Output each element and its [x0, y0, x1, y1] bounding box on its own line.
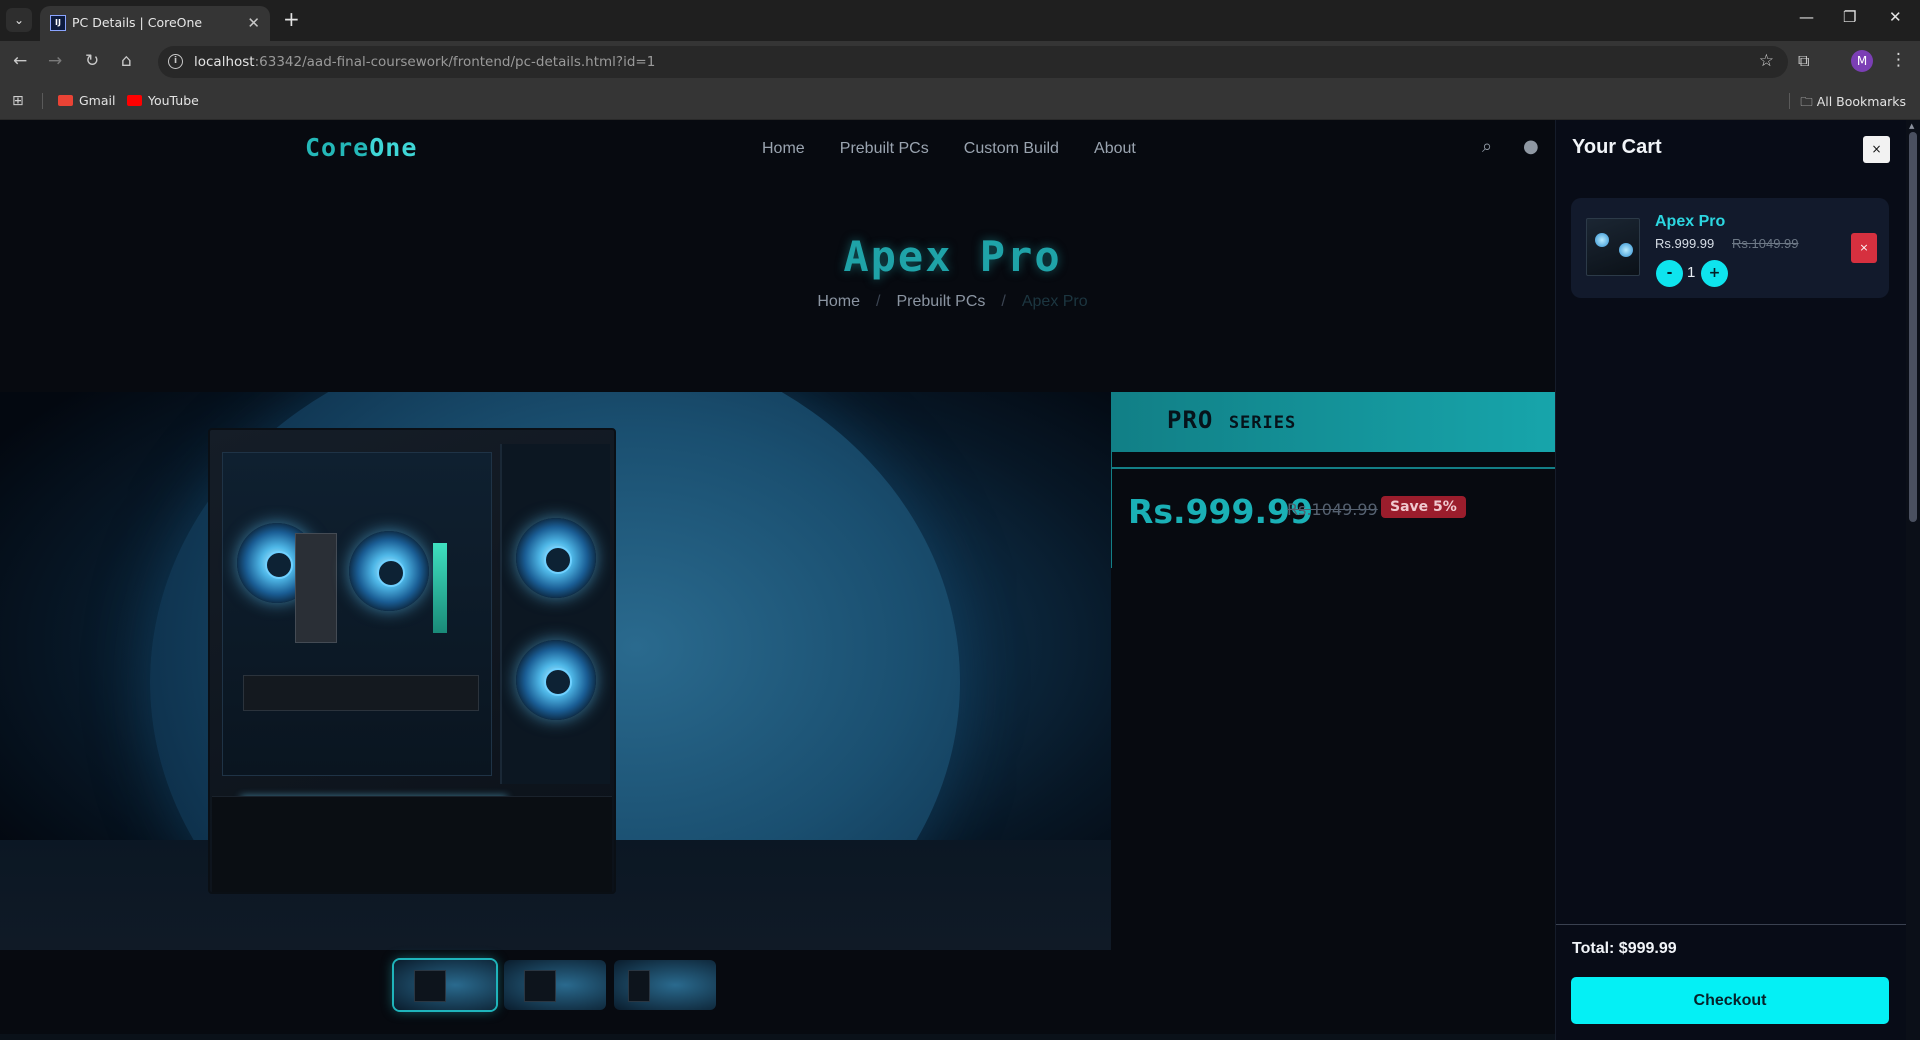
details-divider: [1111, 467, 1555, 469]
browser-toolbar: ← → ↻ ⌂ i localhost:63342/aad-final-cour…: [0, 41, 1920, 83]
site-logo[interactable]: CoreOne: [305, 133, 417, 162]
breadcrumb-current: Apex Pro: [1021, 293, 1088, 310]
pc-glass-panel: [222, 452, 507, 800]
thumbnail-image: [524, 970, 556, 1002]
checkout-button[interactable]: Checkout: [1571, 977, 1889, 1024]
user-icon[interactable]: ●: [1523, 136, 1539, 157]
product-main-image: [0, 392, 1111, 950]
folder-icon: 🗀: [1800, 94, 1817, 109]
all-bookmarks[interactable]: 🗀 All Bookmarks: [1800, 93, 1906, 114]
decrease-quantity-button[interactable]: -: [1656, 260, 1683, 287]
thumbnail-3[interactable]: [614, 960, 716, 1010]
pc-front-panel: [500, 444, 610, 784]
ram-module: [433, 543, 447, 633]
profile-avatar[interactable]: M: [1851, 50, 1873, 72]
site-header: CoreOne Home Prebuilt PCs Custom Build A…: [0, 120, 1555, 180]
bookmark-gmail[interactable]: Gmail: [58, 93, 115, 108]
site-info-icon[interactable]: i: [168, 54, 183, 69]
nav-about[interactable]: About: [1094, 140, 1136, 157]
remove-item-button[interactable]: ×: [1851, 233, 1877, 263]
reload-icon[interactable]: ↻: [85, 51, 99, 71]
main-nav: Home Prebuilt PCs Custom Build About: [762, 138, 1166, 158]
bookmark-youtube[interactable]: YouTube: [127, 93, 199, 108]
breadcrumb-separator: /: [1001, 293, 1006, 310]
page-scrollbar[interactable]: ▲: [1906, 120, 1920, 1040]
breadcrumb-home[interactable]: Home: [817, 293, 860, 310]
bookmarks-divider: [42, 93, 43, 109]
bookmark-star-icon[interactable]: ☆: [1759, 51, 1774, 71]
psu-shroud: [212, 796, 612, 892]
cart-item: Apex Pro Rs.999.99 Rs.1049.99 - 1 + ×: [1571, 198, 1889, 298]
youtube-icon: [127, 95, 142, 106]
fan-icon: [516, 518, 596, 598]
browser-menu-icon[interactable]: ⋮: [1890, 50, 1907, 70]
home-icon[interactable]: ⌂: [121, 51, 132, 71]
scroll-up-icon[interactable]: ▲: [1909, 122, 1914, 130]
thumbnail-2[interactable]: [504, 960, 606, 1010]
address-bar[interactable]: i localhost:63342/aad-final-coursework/f…: [158, 46, 1788, 78]
thumbnail-image: [414, 970, 446, 1002]
tab-search-button[interactable]: ⌄: [6, 8, 32, 32]
tab-close-icon[interactable]: ✕: [247, 14, 260, 32]
scrollbar-thumb[interactable]: [1909, 132, 1917, 522]
forward-icon[interactable]: →: [48, 51, 62, 71]
cart-item-price: Rs.999.99: [1655, 236, 1715, 251]
new-tab-icon[interactable]: +: [283, 8, 300, 30]
apps-grid-icon[interactable]: ⊞: [12, 93, 24, 109]
series-label: PRO SERIES: [1167, 406, 1297, 434]
save-badge: Save 5%: [1381, 496, 1466, 518]
bookmarks-divider-right: [1789, 93, 1790, 109]
series-banner: PRO SERIES: [1111, 392, 1555, 452]
tab-title: PC Details | CoreOne: [72, 15, 203, 30]
back-icon[interactable]: ←: [13, 51, 27, 71]
cart-item-name: Apex Pro: [1655, 213, 1726, 230]
address-url[interactable]: localhost:63342/aad-final-coursework/fro…: [194, 54, 655, 70]
pc-case-image: [208, 428, 616, 894]
cart-drawer: Your Cart × Apex Pro Rs.999.99 Rs.1049.9…: [1555, 120, 1907, 1040]
cart-total: Total: $999.99: [1572, 940, 1677, 957]
cart-divider: [1556, 924, 1907, 925]
window-close-icon[interactable]: ✕: [1889, 8, 1902, 26]
breadcrumb-separator: /: [876, 293, 881, 310]
cart-title: Your Cart: [1572, 136, 1662, 158]
restore-icon[interactable]: ❐: [1843, 8, 1856, 26]
gpu: [243, 675, 479, 711]
product-old-price: Rs.1049.99: [1287, 500, 1378, 519]
product-page: CoreOne Home Prebuilt PCs Custom Build A…: [0, 120, 1555, 1040]
thumbnail-image: [628, 970, 650, 1002]
cart-item-old-price: Rs.1049.99: [1732, 236, 1799, 251]
increase-quantity-button[interactable]: +: [1701, 260, 1728, 287]
product-price: Rs.999.99: [1128, 492, 1313, 531]
nav-home[interactable]: Home: [762, 140, 805, 157]
minimize-icon[interactable]: —: [1799, 8, 1814, 26]
cpu-cooler: [295, 533, 337, 643]
details-border-left: [1111, 452, 1112, 568]
thumbnail-1[interactable]: [394, 960, 496, 1010]
nav-custom-build[interactable]: Custom Build: [964, 140, 1059, 157]
fan-icon: [349, 531, 429, 611]
cart-close-button[interactable]: ×: [1863, 136, 1890, 163]
search-icon[interactable]: ⌕: [1482, 136, 1492, 157]
extensions-icon[interactable]: ⧉: [1798, 51, 1809, 71]
page-bottom-edge: [0, 1034, 1555, 1040]
bookmarks-bar: ⊞ Gmail YouTube 🗀 All Bookmarks: [0, 83, 1920, 120]
breadcrumb-prebuilt[interactable]: Prebuilt PCs: [896, 293, 985, 310]
browser-tab[interactable]: IJ PC Details | CoreOne ✕: [40, 6, 270, 41]
cart-item-image: [1586, 218, 1640, 276]
gmail-icon: [58, 95, 73, 106]
cart-item-quantity: 1: [1687, 264, 1696, 281]
fan-icon: [516, 640, 596, 720]
page-viewport: CoreOne Home Prebuilt PCs Custom Build A…: [0, 120, 1920, 1040]
nav-prebuilt-pcs[interactable]: Prebuilt PCs: [840, 140, 929, 157]
tab-favicon-icon: IJ: [50, 15, 66, 31]
browser-tabstrip: ⌄ IJ PC Details | CoreOne ✕ + — ❐ ✕: [0, 0, 1920, 41]
